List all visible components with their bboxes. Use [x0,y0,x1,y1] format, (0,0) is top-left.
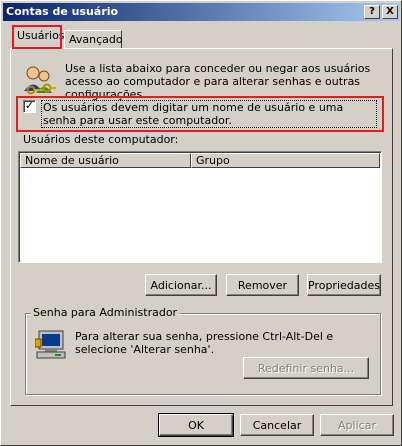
check-icon: ✓ [24,99,35,112]
users-keys-icon [21,63,57,99]
title-bar[interactable]: Contas de usuário ? X [3,3,400,21]
tab-users[interactable]: Usuários [12,26,65,49]
column-group-label: Grupo [196,154,230,167]
computer-icon [34,329,69,361]
require-login-checkbox[interactable]: ✓ [23,100,36,113]
help-button[interactable]: ? [364,5,380,19]
intro-text: Use a lista abaixo para conceder ou nega… [65,62,371,101]
column-username[interactable]: Nome de usuário [20,153,191,168]
column-username-label: Nome de usuário [25,154,119,167]
properties-button[interactable]: Propriedades [307,274,381,296]
users-list-label: Usuários deste computador: [23,133,179,146]
admin-password-text: Para alterar sua senha, pressione Ctrl-A… [75,330,334,356]
tab-users-label: Usuários [17,29,65,42]
close-button[interactable]: X [382,5,398,19]
column-group[interactable]: Grupo [191,153,380,168]
apply-button[interactable]: Aplicar [320,414,394,436]
tab-advanced[interactable]: Avançado [64,30,123,50]
require-login-label[interactable]: Os usuários devem digitar um nome de usu… [41,100,377,128]
remove-button[interactable]: Remover [226,274,299,296]
user-accounts-dialog: Contas de usuário ? X Usuários Avançado … [0,0,402,446]
help-icon: ? [369,6,375,17]
ok-button[interactable]: OK [158,413,234,437]
cancel-button[interactable]: Cancelar [240,414,314,436]
close-icon: X [386,6,394,17]
admin-password-group-label: Senha para Administrador [31,306,180,319]
users-list[interactable]: Nome de usuário Grupo [18,151,382,263]
reset-password-button[interactable]: Redefinir senha... [243,357,369,379]
tab-advanced-label: Avançado [69,33,123,46]
add-button[interactable]: Adicionar... [145,274,217,296]
window-title: Contas de usuário [6,5,119,18]
